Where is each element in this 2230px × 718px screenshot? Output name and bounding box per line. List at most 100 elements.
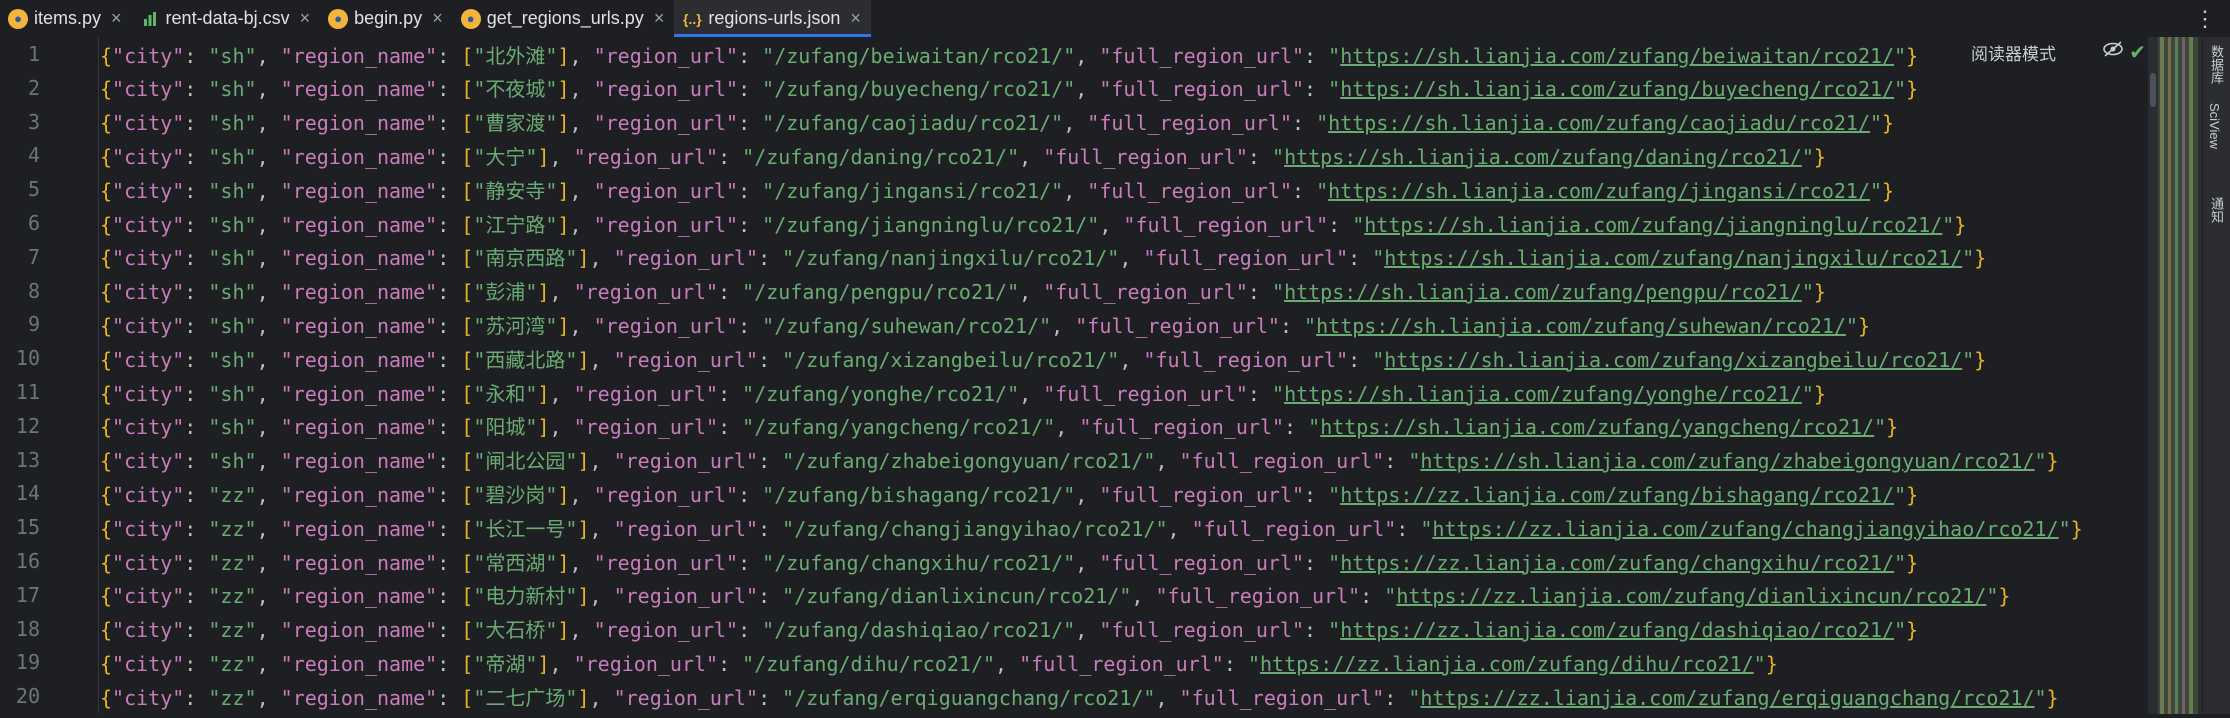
tab-label: rent-data-bj.csv [165, 8, 290, 28]
reader-mode-button[interactable]: 阅读器模式 [1967, 38, 2060, 67]
close-icon[interactable]: × [300, 8, 311, 29]
json-url[interactable]: https://sh.lianjia.com/zufang/daning/rco… [1284, 145, 1802, 169]
quote: " [1870, 178, 1883, 203]
json-key: "city" [112, 550, 185, 575]
comma: , [1075, 618, 1100, 643]
quote: " [1328, 618, 1341, 643]
quote: " [1874, 415, 1887, 440]
code-line[interactable]: 3 {"city": "sh", "region_name": ["曹家渡"], … [0, 105, 2148, 139]
close-bracket: ] [557, 550, 570, 575]
close-bracket: ] [577, 347, 590, 372]
more-options-icon[interactable]: ⋮ [2194, 6, 2216, 32]
quote: " [1801, 381, 1814, 406]
json-object: {"city": "zz", "region_name": ["二七广场"], … [100, 682, 2059, 711]
code-line[interactable]: 17 {"city": "zz", "region_name": ["电力新村"]… [0, 578, 2148, 612]
json-key: "city" [112, 280, 185, 305]
json-url[interactable]: https://zz.lianjia.com/zufang/erqiguangc… [1420, 686, 2034, 710]
json-url[interactable]: https://sh.lianjia.com/zufang/buyecheng/… [1340, 77, 1894, 101]
json-url[interactable]: https://zz.lianjia.com/zufang/changxihu/… [1340, 551, 1894, 575]
comma: , [589, 516, 614, 541]
code-line[interactable]: 2 {"city": "sh", "region_name": ["不夜城"], … [0, 71, 2148, 105]
tab-regions-urls-json[interactable]: {..} regions-urls.json × [674, 0, 871, 37]
json-url[interactable]: https://sh.lianjia.com/zufang/pengpu/rco… [1284, 280, 1802, 304]
json-url[interactable]: https://sh.lianjia.com/zufang/nanjingxil… [1384, 246, 1962, 270]
tab-get-regions-urls-py[interactable]: ● get_regions_urls.py × [453, 0, 675, 37]
json-url[interactable]: https://sh.lianjia.com/zufang/jingansi/r… [1328, 179, 1870, 203]
json-url[interactable]: https://sh.lianjia.com/zufang/caojiadu/r… [1328, 111, 1870, 135]
colon: : [184, 111, 209, 136]
quote: " [1894, 618, 1907, 643]
colon: : [718, 280, 743, 305]
colon: : [184, 347, 209, 372]
code-line[interactable]: 12 {"city": "sh", "region_name": ["阳城"], … [0, 409, 2148, 443]
close-brace: } [2070, 516, 2083, 541]
code-line[interactable]: 20 {"city": "zz", "region_name": ["二七广场"]… [0, 679, 2148, 713]
code-line[interactable]: 6 {"city": "sh", "region_name": ["江宁路"], … [0, 206, 2148, 240]
code-line[interactable]: 8 {"city": "sh", "region_name": ["彭浦"], "… [0, 274, 2148, 308]
database-tool[interactable]: 数据库 [2207, 45, 2226, 84]
colon: : [437, 280, 462, 305]
json-url[interactable]: https://sh.lianjia.com/zufang/xizangbeil… [1384, 348, 1962, 372]
open-brace: { [100, 313, 113, 338]
close-bracket: ] [577, 685, 590, 710]
json-value: "zz" [208, 550, 257, 575]
json-url[interactable]: https://zz.lianjia.com/zufang/dashiqiao/… [1340, 618, 1894, 642]
colon: : [1247, 144, 1273, 169]
json-value: "/zufang/yangcheng/rco21/" [742, 415, 1056, 440]
code-line[interactable]: 4 {"city": "sh", "region_name": ["大宁"], "… [0, 138, 2148, 172]
colon: : [184, 584, 209, 609]
json-url[interactable]: https://zz.lianjia.com/zufang/bishagang/… [1340, 483, 1894, 507]
code-line[interactable]: 19 {"city": "zz", "region_name": ["帝湖"], … [0, 645, 2148, 679]
code-line[interactable]: 16 {"city": "zz", "region_name": ["常西湖"],… [0, 544, 2148, 578]
code-line[interactable]: 11 {"city": "sh", "region_name": ["永和"], … [0, 375, 2148, 409]
code-line[interactable]: 1 {"city": "sh", "region_name": ["北外滩"], … [0, 37, 2148, 71]
json-url[interactable]: https://zz.lianjia.com/zufang/dihu/rco21… [1260, 652, 1754, 676]
json-url[interactable]: https://sh.lianjia.com/zufang/yonghe/rco… [1284, 382, 1802, 406]
json-value: "zz" [208, 685, 257, 710]
colon: : [1348, 347, 1373, 372]
json-url[interactable]: https://sh.lianjia.com/zufang/jiangningl… [1364, 213, 1942, 237]
close-icon[interactable]: × [654, 8, 665, 29]
check-icon[interactable]: ✔ [2129, 40, 2146, 64]
tab-rent-data-bj-csv[interactable]: rent-data-bj.csv × [132, 0, 321, 37]
tab-begin-py[interactable]: ● begin.py × [320, 0, 453, 37]
json-key: "city" [112, 685, 185, 710]
json-url[interactable]: https://sh.lianjia.com/zufang/beiwaitan/… [1340, 44, 1894, 68]
close-brace: } [1998, 584, 2011, 609]
json-key: "region_url" [593, 313, 739, 338]
sciview-tool[interactable]: SciView [2207, 103, 2222, 149]
colon: : [738, 77, 763, 102]
notifications-tool[interactable]: 通知 [2207, 197, 2226, 223]
code-line[interactable]: 14 {"city": "zz", "region_name": ["碧沙岗"],… [0, 476, 2148, 510]
open-bracket: [ [461, 178, 474, 203]
close-bracket: ] [557, 43, 570, 68]
code-editor[interactable]: 1 {"city": "sh", "region_name": ["北外滩"], … [0, 37, 2148, 714]
code-line[interactable]: 15 {"city": "zz", "region_name": ["长江一号"]… [0, 510, 2148, 544]
close-icon[interactable]: × [432, 8, 443, 29]
colon: : [437, 516, 462, 541]
code-line[interactable]: 13 {"city": "sh", "region_name": ["闸北公园"]… [0, 443, 2148, 477]
close-icon[interactable]: × [850, 8, 861, 29]
json-url[interactable]: https://zz.lianjia.com/zufang/changjiang… [1432, 517, 2058, 541]
code-line[interactable]: 5 {"city": "sh", "region_name": ["静安寺"], … [0, 172, 2148, 206]
colon: : [738, 482, 763, 507]
close-bracket: ] [557, 111, 570, 136]
tab-items-py[interactable]: ● items.py × [0, 0, 132, 37]
quote: " [1272, 381, 1285, 406]
json-url[interactable]: https://sh.lianjia.com/zufang/suhewan/rc… [1316, 314, 1846, 338]
scrollbar-thumb[interactable] [2150, 73, 2156, 107]
code-line[interactable]: 18 {"city": "zz", "region_name": ["大石桥"],… [0, 612, 2148, 646]
open-brace: { [100, 111, 113, 136]
json-object: {"city": "zz", "region_name": ["长江一号"], … [100, 513, 2083, 542]
json-url[interactable]: https://sh.lianjia.com/zufang/zhabeigong… [1420, 449, 2034, 473]
code-line[interactable]: 7 {"city": "sh", "region_name": ["南京西路"],… [0, 240, 2148, 274]
json-key: "region_url" [613, 246, 759, 271]
code-line[interactable]: 9 {"city": "sh", "region_name": ["苏河湾"], … [0, 307, 2148, 341]
eye-crossed-icon[interactable] [2102, 40, 2124, 58]
minimap[interactable] [2148, 37, 2202, 714]
json-key: "region_name" [280, 550, 438, 575]
json-url[interactable]: https://zz.lianjia.com/zufang/dianlixinc… [1396, 584, 1986, 608]
close-icon[interactable]: × [111, 8, 122, 29]
json-url[interactable]: https://sh.lianjia.com/zufang/yangcheng/… [1320, 415, 1874, 439]
code-line[interactable]: 10 {"city": "sh", "region_name": ["西藏北路"]… [0, 341, 2148, 375]
